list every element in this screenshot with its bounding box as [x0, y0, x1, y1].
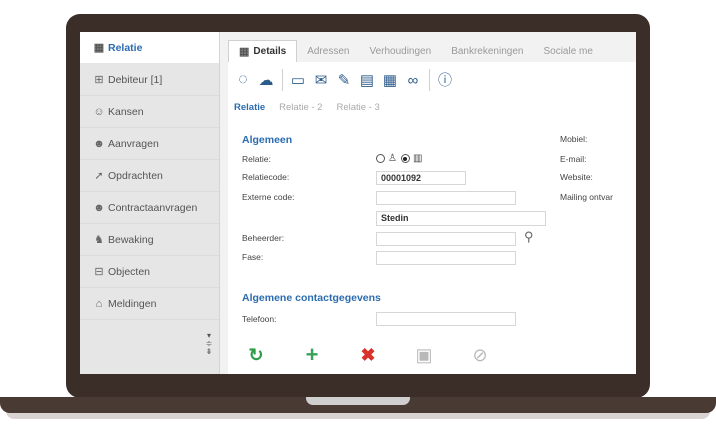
kansen-icon: ☺	[93, 105, 105, 118]
bewaking-icon: ♞	[94, 234, 104, 246]
subtab-relatie[interactable]: Relatie	[234, 102, 265, 113]
relatiecode-field[interactable]: 00001092	[376, 171, 466, 185]
cancel-button[interactable]: ⊘	[452, 345, 508, 366]
refresh-icon: ↻	[248, 344, 264, 365]
scroll-down-icon[interactable]: ⇟	[204, 348, 214, 356]
beheerder-label: Beheerder:	[242, 233, 285, 243]
details-icon: ▦	[239, 46, 250, 58]
opdrachten-icon: ➚	[94, 170, 104, 182]
mail-add-icon[interactable]: ✉	[310, 69, 332, 91]
externe-code-field[interactable]	[376, 191, 516, 205]
organisatie-field[interactable]: Stedin	[376, 211, 546, 226]
screen: ▦ Relatie ⊞ Debiteur [1] ☺ Kansen ☻ Aanv…	[80, 32, 636, 374]
person-icon: ♙	[388, 153, 397, 164]
main-panel: ▦ Details Adressen Verhoudingen Bankreke…	[228, 40, 636, 374]
section-title-contact: Algemene contactgegevens	[242, 292, 381, 304]
sidebar-item-meldingen[interactable]: ⌂ Meldingen	[80, 288, 219, 320]
section-title-algemeen: Algemeen	[242, 134, 293, 146]
refresh-button[interactable]: ↻	[228, 345, 284, 366]
relatie-type-radio-group: ♙ ▥	[376, 153, 426, 164]
telefoon-label: Telefoon:	[242, 314, 277, 324]
tab-adressen[interactable]: Adressen	[297, 40, 359, 62]
tab-label: Details	[253, 46, 287, 57]
spinner-icon[interactable]: ◌	[232, 69, 254, 91]
delete-button[interactable]: ✖	[340, 345, 396, 366]
sidebar-item-aanvragen[interactable]: ☻ Aanvragen	[80, 128, 219, 160]
fase-field[interactable]	[376, 251, 516, 265]
save-button[interactable]: ▣	[396, 345, 452, 366]
tab-verhoudingen[interactable]: Verhoudingen	[359, 40, 441, 62]
laptop-notch	[306, 397, 410, 405]
help-icon[interactable]: ⓘ	[434, 69, 456, 91]
externe-code-label: Externe code:	[242, 192, 295, 202]
toolbar: ◌ ☁ ▭ ✉ ✎ ▤ ▦ ∞ ⓘ	[228, 68, 457, 92]
telefoon-field[interactable]	[376, 312, 516, 326]
sidebar-item-opdrachten[interactable]: ➚ Opdrachten	[80, 160, 219, 192]
sidebar-item-bewaking[interactable]: ♞ Bewaking	[80, 224, 219, 256]
sidebar-item-label: Bewaking	[108, 233, 154, 246]
aanvragen-icon: ☻	[93, 137, 105, 150]
tab-label: Bankrekeningen	[451, 45, 524, 57]
tab-sociale-media[interactable]: Sociale me	[533, 40, 602, 62]
toolbar-divider	[282, 69, 283, 91]
sidebar-item-contractaanvragen[interactable]: ☻ Contractaanvragen	[80, 192, 219, 224]
sidebar-item-label: Debiteur [1]	[108, 73, 163, 86]
save-icon: ▣	[415, 344, 433, 365]
debiteur-icon: ⊞	[94, 74, 104, 86]
mobiel-label: Mobiel:	[560, 134, 588, 144]
subtab-relatie-3[interactable]: Relatie - 3	[336, 102, 379, 113]
email-label: E-mail:	[560, 154, 587, 164]
relatie-icon: ▦	[93, 42, 105, 54]
task-add-icon[interactable]: ✎	[333, 69, 355, 91]
tab-bar: ▦ Details Adressen Verhoudingen Bankreke…	[228, 40, 636, 62]
building-icon: ▥	[412, 153, 423, 164]
fase-label: Fase:	[242, 252, 264, 262]
sidebar-item-kansen[interactable]: ☺ Kansen	[80, 96, 219, 128]
sidebar-item-label: Opdrachten	[108, 169, 163, 182]
mailing-label: Mailing ontvar	[560, 192, 613, 202]
subtab-relatie-2[interactable]: Relatie - 2	[279, 102, 322, 113]
sidebar: ▦ Relatie ⊞ Debiteur [1] ☺ Kansen ☻ Aanv…	[80, 32, 220, 374]
sidebar-item-objecten[interactable]: ⊟ Objecten	[80, 256, 219, 288]
tab-bankrekeningen[interactable]: Bankrekeningen	[441, 40, 533, 62]
contractaanvragen-icon: ☻	[93, 201, 105, 214]
calendar-add-icon[interactable]: ▭	[287, 69, 309, 91]
sidebar-item-label: Aanvragen	[108, 137, 159, 150]
action-bar: ↻ + ✖ ▣ ⊘	[228, 336, 636, 374]
radio-persoon[interactable]	[376, 154, 385, 163]
tab-label: Verhoudingen	[369, 45, 432, 57]
sidebar-item-label: Objecten	[108, 265, 151, 278]
delete-icon: ✖	[360, 344, 376, 365]
meldingen-icon: ⌂	[95, 297, 103, 310]
toolbar-divider	[429, 69, 430, 91]
cancel-icon: ⊘	[472, 344, 488, 365]
plus-icon: +	[305, 342, 319, 367]
sidebar-scroll-arrows[interactable]: ▾ ≑ ⇟	[204, 332, 214, 356]
beheerder-field[interactable]	[376, 232, 516, 246]
add-button[interactable]: +	[284, 342, 340, 368]
sidebar-item-label: Meldingen	[108, 297, 157, 310]
sidebar-item-label: Kansen	[108, 105, 144, 118]
subtab-bar: Relatie Relatie - 2 Relatie - 3	[234, 102, 394, 113]
website-label: Website:	[560, 172, 593, 182]
objecten-icon: ⊟	[94, 266, 104, 278]
form-add-icon[interactable]: ▦	[379, 69, 401, 91]
tab-label: Adressen	[307, 45, 350, 57]
link-add-icon[interactable]: ∞	[402, 69, 424, 91]
relatiecode-label: Relatiecode:	[242, 172, 290, 182]
sidebar-item-label: Contractaanvragen	[108, 201, 198, 214]
relatie-label: Relatie:	[242, 154, 271, 164]
document-add-icon[interactable]: ▤	[356, 69, 378, 91]
search-icon[interactable]: ⚲	[524, 229, 534, 245]
tab-details[interactable]: ▦ Details	[228, 40, 298, 62]
radio-organisatie[interactable]	[400, 154, 410, 163]
cloud-search-icon[interactable]: ☁	[255, 69, 277, 91]
sidebar-item-debiteur[interactable]: ⊞ Debiteur [1]	[80, 64, 219, 96]
sidebar-item-relatie[interactable]: ▦ Relatie	[80, 32, 219, 64]
sidebar-item-label: Relatie	[108, 41, 143, 54]
tab-label: Sociale me	[543, 45, 593, 57]
